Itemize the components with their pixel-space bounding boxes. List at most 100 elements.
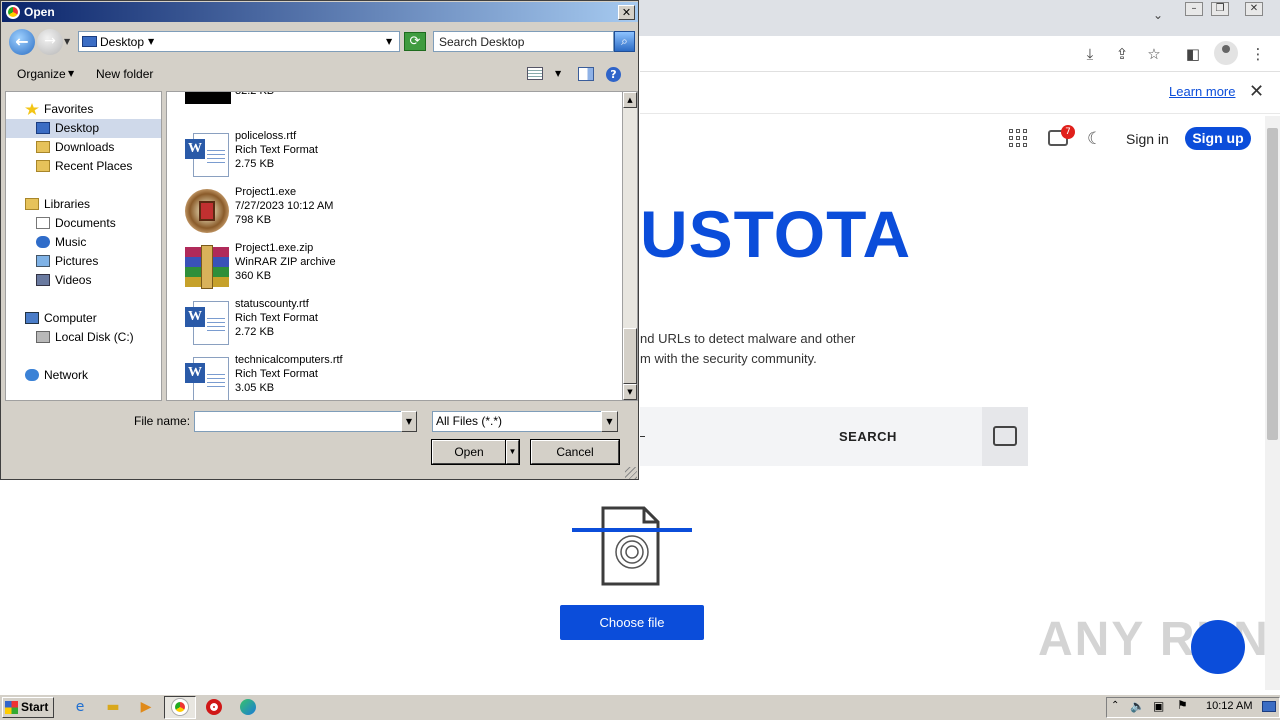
file-name-label: File name: — [134, 414, 191, 428]
nav-item-libraries[interactable]: Libraries — [6, 195, 161, 214]
nav-item-network[interactable]: Network — [6, 366, 161, 385]
bookmark-star-icon[interactable]: ☆ — [1144, 44, 1164, 64]
forward-arrow-icon[interactable]: → — [37, 29, 63, 55]
nav-item-local-disk-c[interactable]: Local Disk (C:) — [6, 328, 161, 347]
media-player-icon[interactable]: ▶ — [134, 697, 158, 718]
file-item[interactable]: Project1.exe 7/27/2023 10:12 AM 798 KB — [181, 181, 481, 237]
choose-file-button[interactable]: Choose file — [560, 605, 704, 640]
file-item[interactable]: Project1.exe.zip WinRAR ZIP archive 360 KB — [181, 237, 481, 293]
open-options-dropdown-icon[interactable]: ▼ — [506, 440, 519, 464]
cookie-close-icon[interactable]: ✕ — [1249, 81, 1264, 102]
chat-fab-button[interactable] — [1191, 620, 1245, 674]
address-dropdown-icon[interactable]: ▼ — [386, 37, 392, 46]
nav-item-documents[interactable]: Documents — [6, 214, 161, 233]
file-size: 798 KB — [235, 214, 272, 226]
internet-explorer-icon[interactable]: e — [68, 697, 92, 718]
file-item[interactable]: Wpoliceloss.rtf Rich Text Format 2.75 KB — [181, 125, 481, 181]
file-list-pane: JPEG image32.2 KB Wpoliceloss.rtf Rich Tex… — [166, 91, 622, 401]
search-desktop-input[interactable]: Search Desktop — [433, 31, 614, 52]
learn-more-link[interactable]: Learn more — [1169, 84, 1235, 99]
show-desktop-icon[interactable] — [1262, 701, 1276, 712]
resize-grip-icon[interactable] — [625, 467, 637, 479]
file-name-input[interactable] — [194, 411, 402, 432]
file-name-dropdown-icon[interactable]: ▼ — [401, 411, 417, 432]
restore-window-button[interactable]: ❐ — [1211, 2, 1229, 16]
back-arrow-icon[interactable]: ← — [9, 29, 35, 55]
tab-search-chevron-icon[interactable]: ⌄ — [1153, 8, 1163, 22]
nav-item-label: Pictures — [55, 254, 99, 268]
file-name: statuscounty.rtf — [235, 298, 309, 310]
open-button[interactable]: Open — [432, 440, 506, 464]
side-panel-icon[interactable]: ◧ — [1183, 44, 1203, 64]
organize-dropdown-icon[interactable]: ▼ — [68, 69, 74, 78]
volume-icon[interactable]: 🔈 — [1130, 699, 1145, 713]
scan-barcode-icon[interactable] — [993, 426, 1017, 446]
file-size: 360 KB — [235, 270, 272, 282]
file-explorer-icon[interactable]: ▬ — [101, 697, 125, 718]
cancel-button[interactable]: Cancel — [531, 440, 619, 464]
network-tray-icon[interactable]: ▣ — [1153, 699, 1164, 713]
file-item[interactable]: Wtechnicalcomputers.rtf Rich Text Format 3… — [181, 349, 481, 400]
file-list-scrollbar-thumb[interactable] — [623, 328, 637, 384]
search-tab[interactable]: SEARCH — [839, 429, 897, 444]
breadcrumb-chevron-icon[interactable]: ▼ — [148, 37, 154, 46]
nav-item-label: Libraries — [44, 197, 91, 211]
recent-locations-dropdown-icon[interactable]: ▼ — [64, 37, 70, 46]
breadcrumb-desktop[interactable]: Desktop — [100, 35, 144, 49]
nav-item-desktop[interactable]: Desktop — [6, 119, 161, 138]
address-breadcrumb[interactable]: Desktop ▼ ▼ — [78, 31, 400, 52]
browser-menu-icon[interactable]: ⋮ — [1248, 44, 1268, 64]
profile-head-shape — [1222, 45, 1230, 53]
file-item[interactable]: JPEG image32.2 KB — [181, 92, 481, 108]
edge-icon[interactable] — [240, 699, 256, 715]
search-box[interactable] — [640, 407, 982, 466]
winrar-archive-icon — [183, 243, 231, 289]
local-disk-icon — [36, 331, 50, 343]
show-hidden-icons-icon[interactable]: ⌃ — [1111, 700, 1119, 711]
nav-item-recent-places[interactable]: Recent Places — [6, 157, 161, 176]
share-icon[interactable]: ⇪ — [1112, 44, 1132, 64]
music-icon — [36, 236, 50, 248]
file-type-dropdown-icon[interactable]: ▼ — [601, 411, 618, 432]
nav-item-favorites[interactable]: Favorites — [6, 100, 161, 119]
network-icon — [25, 369, 39, 381]
dialog-close-button[interactable]: ✕ — [618, 5, 635, 20]
file-type-select[interactable]: All Files (*.*) — [432, 411, 602, 432]
chrome-icon[interactable] — [172, 699, 188, 715]
organize-button[interactable]: Organize — [17, 67, 66, 81]
action-center-flag-icon[interactable]: ⚑ — [1177, 698, 1188, 712]
close-window-button[interactable]: ✕ — [1245, 2, 1263, 16]
change-view-icon[interactable] — [527, 67, 543, 80]
search-icon[interactable]: ⌕ — [614, 31, 635, 52]
new-folder-button[interactable]: New folder — [96, 67, 153, 81]
minimize-window-button[interactable]: – — [1185, 2, 1203, 16]
scroll-down-icon[interactable]: ▼ — [623, 384, 637, 400]
preview-pane-icon[interactable] — [578, 67, 594, 81]
windows-logo-icon — [5, 701, 18, 714]
nav-item-computer[interactable]: Computer — [6, 309, 161, 328]
nav-item-videos[interactable]: Videos — [6, 271, 161, 290]
nav-item-pictures[interactable]: Pictures — [6, 252, 161, 271]
videos-icon — [36, 274, 50, 286]
install-app-icon[interactable]: ⤓ — [1080, 44, 1100, 64]
sign-up-button[interactable]: Sign up — [1185, 127, 1251, 150]
nav-item-music[interactable]: Music — [6, 233, 161, 252]
opera-icon[interactable] — [206, 699, 222, 715]
dialog-title-bar[interactable] — [2, 2, 638, 22]
file-list-scrollbar[interactable]: ▲ ▼ — [622, 91, 638, 401]
file-item[interactable]: Wstatuscounty.rtf Rich Text Format 2.72 KB — [181, 293, 481, 349]
scroll-up-icon[interactable]: ▲ — [623, 92, 637, 108]
file-type: WinRAR ZIP archive — [235, 256, 336, 268]
file-type: Rich Text Format — [235, 312, 318, 324]
help-icon[interactable]: ? — [606, 67, 621, 82]
sign-in-link[interactable]: Sign in — [1126, 131, 1169, 147]
views-dropdown-icon[interactable]: ▼ — [555, 69, 561, 78]
nav-item-label: Videos — [55, 273, 92, 287]
page-scrollbar-thumb[interactable] — [1267, 128, 1278, 440]
word-document-icon: W — [183, 131, 231, 177]
dark-mode-moon-icon[interactable]: ☾ — [1087, 129, 1102, 149]
nav-item-downloads[interactable]: Downloads — [6, 138, 161, 157]
taskbar-clock[interactable]: 10:12 AM — [1206, 700, 1252, 712]
refresh-icon[interactable]: ⟳ — [404, 32, 426, 51]
apps-grid-icon[interactable] — [1009, 129, 1027, 147]
